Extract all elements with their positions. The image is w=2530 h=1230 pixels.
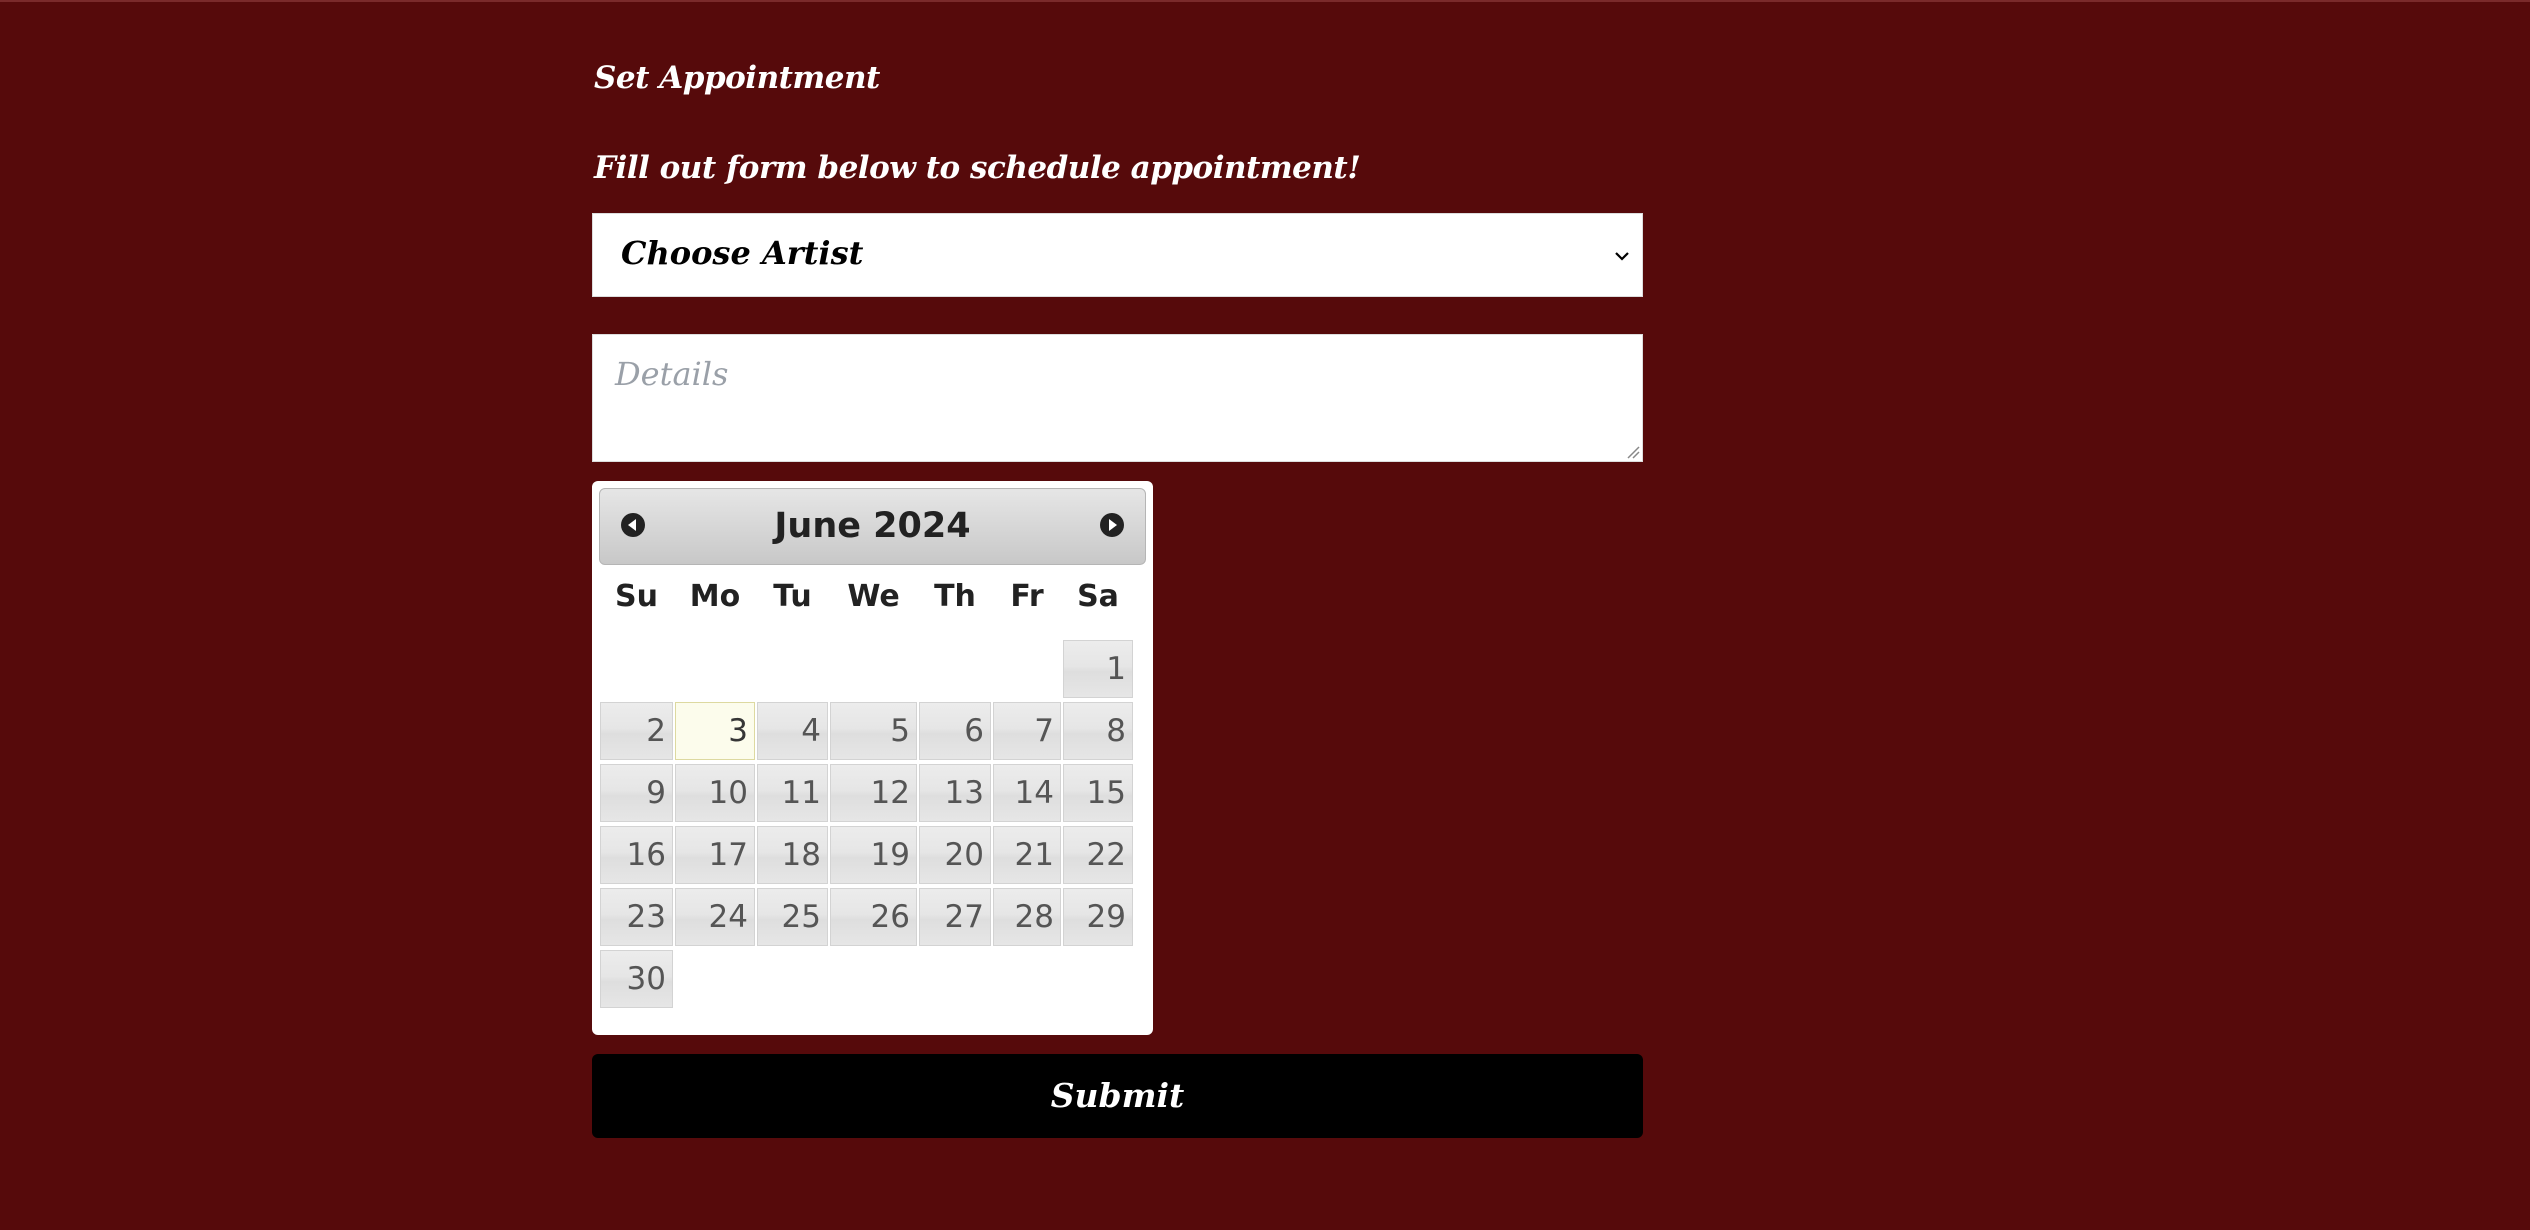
calendar-day[interactable]: 27 (919, 888, 991, 946)
calendar-day[interactable]: 5 (830, 702, 917, 760)
calendar-day[interactable]: 25 (757, 888, 828, 946)
calendar-day[interactable]: 4 (757, 702, 828, 760)
calendar-empty-cell (919, 950, 991, 1008)
calendar-day[interactable]: 10 (675, 764, 755, 822)
weekday-label: Tu (773, 579, 812, 614)
calendar-day[interactable]: 16 (600, 826, 673, 884)
details-textarea[interactable]: Details (592, 334, 1643, 462)
calendar-empty-cell (675, 950, 755, 1008)
calendar-day[interactable]: 13 (919, 764, 991, 822)
weekday-label: We (847, 579, 900, 614)
calendar-empty-cell (830, 950, 917, 1008)
weekday-label: Mo (689, 579, 741, 614)
datepicker-header: June 2024 (599, 488, 1146, 565)
calendar-day[interactable]: 30 (600, 950, 673, 1008)
calendar-day[interactable]: 14 (993, 764, 1061, 822)
calendar-day[interactable]: 1 (1063, 640, 1133, 698)
calendar-day[interactable]: 11 (757, 764, 828, 822)
calendar-day[interactable]: 15 (1063, 764, 1133, 822)
calendar-day[interactable]: 12 (830, 764, 917, 822)
weekday-label: Fr (1010, 579, 1044, 614)
calendar-day[interactable]: 24 (675, 888, 755, 946)
calendar-week-row: 23 24 25 26 27 28 29 (599, 887, 1146, 949)
calendar-empty-cell (757, 640, 828, 698)
calendar-day[interactable]: 17 (675, 826, 755, 884)
calendar-day[interactable]: 19 (830, 826, 917, 884)
artist-select[interactable]: Choose Artist (592, 213, 1643, 297)
weekday-label: Th (934, 579, 976, 614)
calendar-week-row: 30 (599, 949, 1146, 1011)
artist-select-value: Choose Artist (621, 234, 864, 272)
calendar-day[interactable]: 3 (675, 702, 755, 760)
calendar-day[interactable]: 18 (757, 826, 828, 884)
weekday-header-row: Su Mo Tu We Th Fr Sa (599, 577, 1146, 639)
calendar-day[interactable]: 20 (919, 826, 991, 884)
calendar-weeks: 1 2 3 4 5 6 7 8 9 10 11 12 13 14 15 16 17 18 19 20 21 22 23 24 2… (599, 639, 1146, 1011)
calendar-day[interactable]: 9 (600, 764, 673, 822)
datepicker: June 2024 Su Mo Tu We Th Fr Sa 123456789… (592, 481, 1153, 1035)
calendar-day[interactable]: 28 (993, 888, 1061, 946)
calendar-grid: Su Mo Tu We Th Fr Sa 1 2 3 4 5 6 7 8 9 10 11 12 13 14… (599, 577, 1146, 1011)
weekday-label: Su (615, 579, 658, 614)
calendar-day[interactable]: 7 (993, 702, 1061, 760)
calendar-day[interactable]: 21 (993, 826, 1061, 884)
calendar-empty-cell (993, 640, 1061, 698)
calendar-week-row: 16 17 18 19 20 21 22 (599, 825, 1146, 887)
calendar-week-row: 9 10 11 12 13 14 15 (599, 763, 1146, 825)
calendar-empty-cell (1063, 950, 1133, 1008)
datepicker-month-title: June 2024 (774, 506, 971, 546)
form-instructions: Fill out form below to schedule appointm… (594, 150, 1361, 186)
calendar-day[interactable]: 6 (919, 702, 991, 760)
chevron-down-icon (1615, 252, 1629, 261)
next-month-icon[interactable] (1099, 512, 1125, 538)
calendar-day[interactable]: 23 (600, 888, 673, 946)
calendar-day[interactable]: 8 (1063, 702, 1133, 760)
calendar-week-row: 2345678 (599, 701, 1146, 763)
calendar-day[interactable]: 29 (1063, 888, 1133, 946)
calendar-empty-cell (675, 640, 755, 698)
calendar-empty-cell (919, 640, 991, 698)
submit-button[interactable]: Submit (592, 1054, 1643, 1138)
calendar-empty-cell (830, 640, 917, 698)
calendar-empty-cell (757, 950, 828, 1008)
weekday-label: Sa (1077, 579, 1119, 614)
calendar-empty-cell (600, 640, 673, 698)
page-title: Set Appointment (594, 60, 880, 96)
calendar-day[interactable]: 22 (1063, 826, 1133, 884)
calendar-day[interactable]: 26 (830, 888, 917, 946)
calendar-day[interactable]: 2 (600, 702, 673, 760)
calendar-empty-cell (993, 950, 1061, 1008)
calendar-week-row: 1 (599, 639, 1146, 701)
details-placeholder: Details (615, 355, 729, 393)
resize-handle-icon[interactable] (1626, 445, 1640, 459)
